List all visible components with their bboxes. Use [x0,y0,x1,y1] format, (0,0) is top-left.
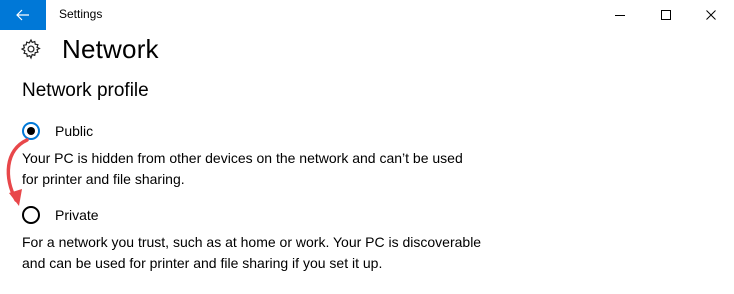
close-icon [706,10,716,20]
maximize-icon [661,10,671,20]
back-arrow-icon [16,9,29,21]
radio-public[interactable]: Public [22,122,93,140]
private-description: For a network you trust, such as at home… [22,234,482,271]
back-button[interactable] [0,0,46,30]
gear-icon [20,38,41,60]
close-button[interactable] [688,0,734,30]
radio-selected-dot [27,127,35,135]
page-header: Network [20,32,159,66]
minimize-button[interactable] [597,0,643,30]
minimize-icon [615,15,625,16]
radio-label-private: Private [55,207,99,223]
window-title: Settings [59,7,103,21]
page-title: Network [62,33,159,64]
radio-private[interactable]: Private [22,206,99,224]
maximize-button[interactable] [643,0,689,30]
section-heading: Network profile [22,80,149,101]
radio-button-public[interactable] [22,122,40,140]
public-description: Your PC is hidden from other devices on … [22,150,463,187]
radio-label-public: Public [55,123,94,139]
title-bar: Settings [0,0,734,30]
radio-button-private[interactable] [22,206,40,224]
